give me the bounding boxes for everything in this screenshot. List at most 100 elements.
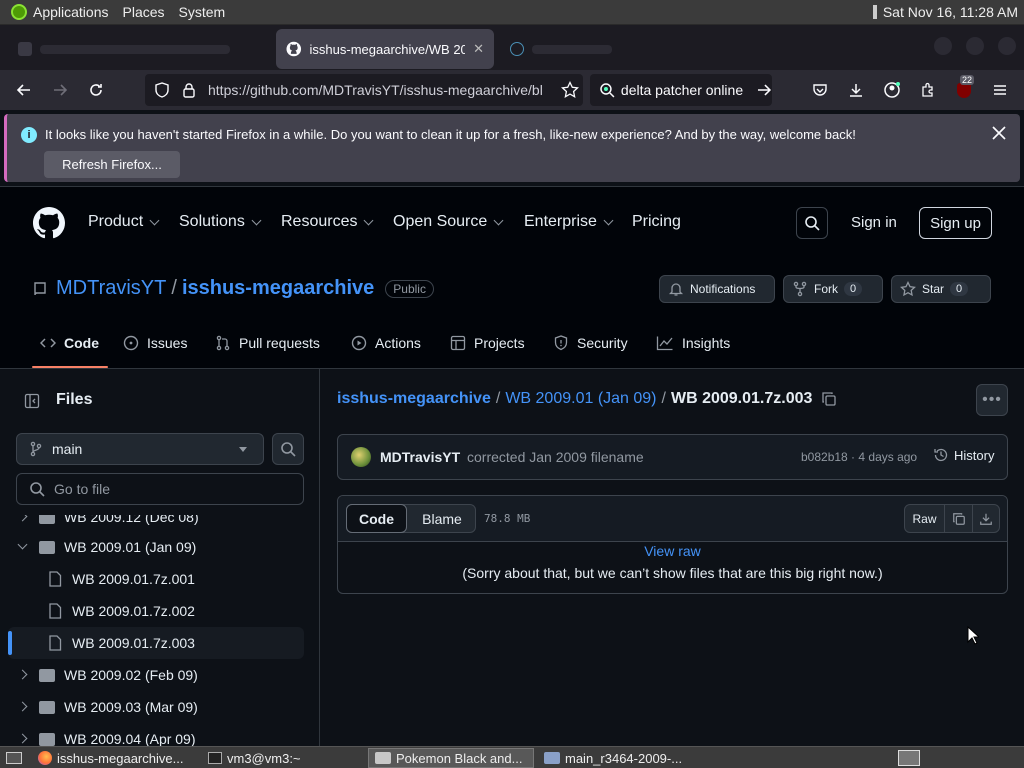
branch-selector[interactable]: main [16, 433, 264, 465]
browser-tab-active[interactable]: isshus-megaarchive/WB 20 ✕ [276, 29, 494, 69]
lock-icon[interactable] [182, 82, 196, 98]
repo-name-link[interactable]: isshus-megaarchive [182, 277, 374, 300]
back-button[interactable] [12, 78, 36, 102]
tree-folder-row[interactable]: WB 2009.04 (Apr 09) [0, 723, 310, 746]
fork-button[interactable]: Fork 0 [783, 275, 883, 303]
tab-security[interactable]: Security [553, 335, 628, 351]
browser-tab-strip: isshus-megaarchive/WB 20 ✕ [0, 25, 1024, 70]
ublock-button[interactable]: 22 [952, 75, 976, 102]
active-tab-underline [32, 366, 108, 368]
search-bar[interactable]: delta patcher online [590, 74, 772, 106]
reload-button[interactable] [84, 78, 108, 102]
commit-message[interactable]: corrected Jan 2009 filename [467, 449, 644, 465]
bookmark-star-icon[interactable] [561, 81, 579, 99]
tab-pull-requests-label: Pull requests [239, 335, 320, 351]
tab-code[interactable]: Code [40, 335, 99, 351]
copy-path-icon[interactable] [821, 391, 837, 407]
nav-product[interactable]: Product [88, 213, 160, 231]
file-search-button[interactable] [272, 433, 304, 465]
tab-issues-label: Issues [147, 335, 188, 351]
taskbar-item-terminal[interactable]: vm3@vm3:~ [202, 748, 362, 768]
close-window-button[interactable] [998, 37, 1016, 55]
pocket-button[interactable] [808, 78, 832, 102]
archive-icon [544, 752, 560, 764]
shield-icon[interactable] [154, 82, 170, 98]
tab-projects[interactable]: Projects [450, 335, 525, 351]
commit-author[interactable]: MDTravisYT [380, 449, 460, 465]
history-button[interactable]: History [933, 447, 994, 463]
browser-tab-inactive-2[interactable] [500, 29, 720, 69]
menu-button[interactable] [988, 78, 1012, 102]
forward-button[interactable] [48, 78, 72, 102]
author-avatar[interactable] [351, 447, 371, 467]
tab-insights[interactable]: Insights [656, 335, 730, 351]
header-search-button[interactable] [796, 207, 828, 239]
downloads-button[interactable] [844, 78, 868, 102]
tree-folder-label: WB 2009.01 (Jan 09) [64, 539, 197, 555]
sign-in-link[interactable]: Sign in [851, 214, 897, 231]
minimize-button[interactable] [934, 37, 952, 55]
extensions-button[interactable] [916, 78, 940, 102]
nav-solutions[interactable]: Solutions [179, 213, 262, 231]
raw-button[interactable]: Raw [905, 505, 945, 532]
tree-folder-row[interactable]: WB 2009.03 (Mar 09) [0, 691, 310, 723]
folder-icon [39, 515, 55, 524]
taskbar-item-firefox[interactable]: isshus-megaarchive... [32, 748, 200, 768]
places-menu[interactable]: Places [123, 4, 165, 20]
taskbar-item-archive[interactable]: main_r3464-2009-... [538, 748, 704, 768]
download-raw-button[interactable] [973, 505, 999, 532]
copy-raw-button[interactable] [945, 505, 973, 532]
browser-tab-inactive[interactable] [8, 29, 268, 69]
volume-icon[interactable] [872, 5, 877, 19]
tree-file-row[interactable]: WB 2009.01.7z.001 [0, 563, 310, 595]
url-bar[interactable]: https://github.com/MDTravisYT/isshus-meg… [145, 74, 583, 106]
notifications-label: Notifications [690, 282, 756, 296]
clock[interactable]: Sat Nov 16, 11:28 AM [872, 4, 1018, 20]
applications-menu[interactable]: Applications [11, 4, 109, 20]
refresh-firefox-button[interactable]: Refresh Firefox... [44, 151, 180, 178]
selected-marker [8, 631, 12, 655]
tree-folder-label: WB 2009.03 (Mar 09) [64, 699, 198, 715]
account-button[interactable] [880, 78, 904, 102]
workspace-switcher[interactable] [892, 748, 926, 768]
collapse-sidebar-button[interactable] [16, 385, 48, 417]
tree-folder-row[interactable]: WB 2009.02 (Feb 09) [0, 659, 310, 691]
breadcrumb-folder-link[interactable]: WB 2009.01 (Jan 09) [505, 390, 656, 408]
nav-enterprise[interactable]: Enterprise [524, 213, 614, 231]
maximize-button[interactable] [966, 37, 984, 55]
file-icon [49, 603, 62, 619]
go-to-file-input[interactable]: Go to file [16, 473, 304, 505]
star-button[interactable]: Star 0 [891, 275, 991, 303]
more-options-button[interactable]: ••• [976, 384, 1008, 416]
tab-actions[interactable]: Actions [351, 335, 421, 351]
nav-pricing-label: Pricing [632, 213, 681, 230]
tab-code-label: Code [64, 335, 99, 351]
notifications-button[interactable]: Notifications [659, 275, 775, 303]
repo-owner-link[interactable]: MDTravisYT [56, 277, 166, 300]
tree-folder-row-expanded[interactable]: WB 2009.01 (Jan 09) [0, 531, 310, 563]
nav-open-source[interactable]: Open Source [393, 213, 504, 231]
show-desktop-button[interactable] [0, 748, 28, 768]
chevron-down-icon [603, 215, 614, 225]
search-go-icon[interactable] [756, 82, 772, 98]
view-raw-link[interactable]: View raw [338, 543, 1007, 559]
tree-file-row[interactable]: WB 2009.01.7z.002 [0, 595, 310, 627]
breadcrumb-repo-link[interactable]: isshus-megaarchive [337, 390, 491, 408]
tab-title: isshus-megaarchive/WB 20 [309, 41, 466, 57]
code-view-tab[interactable]: Code [346, 504, 407, 533]
system-menu[interactable]: System [179, 4, 226, 20]
tab-pull-requests[interactable]: Pull requests [215, 335, 320, 351]
commit-hash-time[interactable]: b082b18 · 4 days ago [801, 450, 917, 464]
tree-folder-label: WB 2009.04 (Apr 09) [64, 731, 196, 746]
taskbar-item-pokemon[interactable]: Pokemon Black and... [368, 748, 534, 768]
tab-issues[interactable]: Issues [123, 335, 187, 351]
nav-pricing[interactable]: Pricing [632, 213, 681, 231]
sign-up-button[interactable]: Sign up [919, 207, 992, 239]
nav-resources[interactable]: Resources [281, 213, 374, 231]
github-logo-icon[interactable] [33, 207, 65, 239]
tree-file-row-selected[interactable]: WB 2009.01.7z.003 [8, 627, 304, 659]
pull-request-icon [216, 335, 230, 351]
tab-close-icon[interactable]: ✕ [473, 41, 484, 57]
blame-view-tab[interactable]: Blame [409, 505, 475, 532]
close-notification-icon[interactable] [992, 126, 1006, 140]
